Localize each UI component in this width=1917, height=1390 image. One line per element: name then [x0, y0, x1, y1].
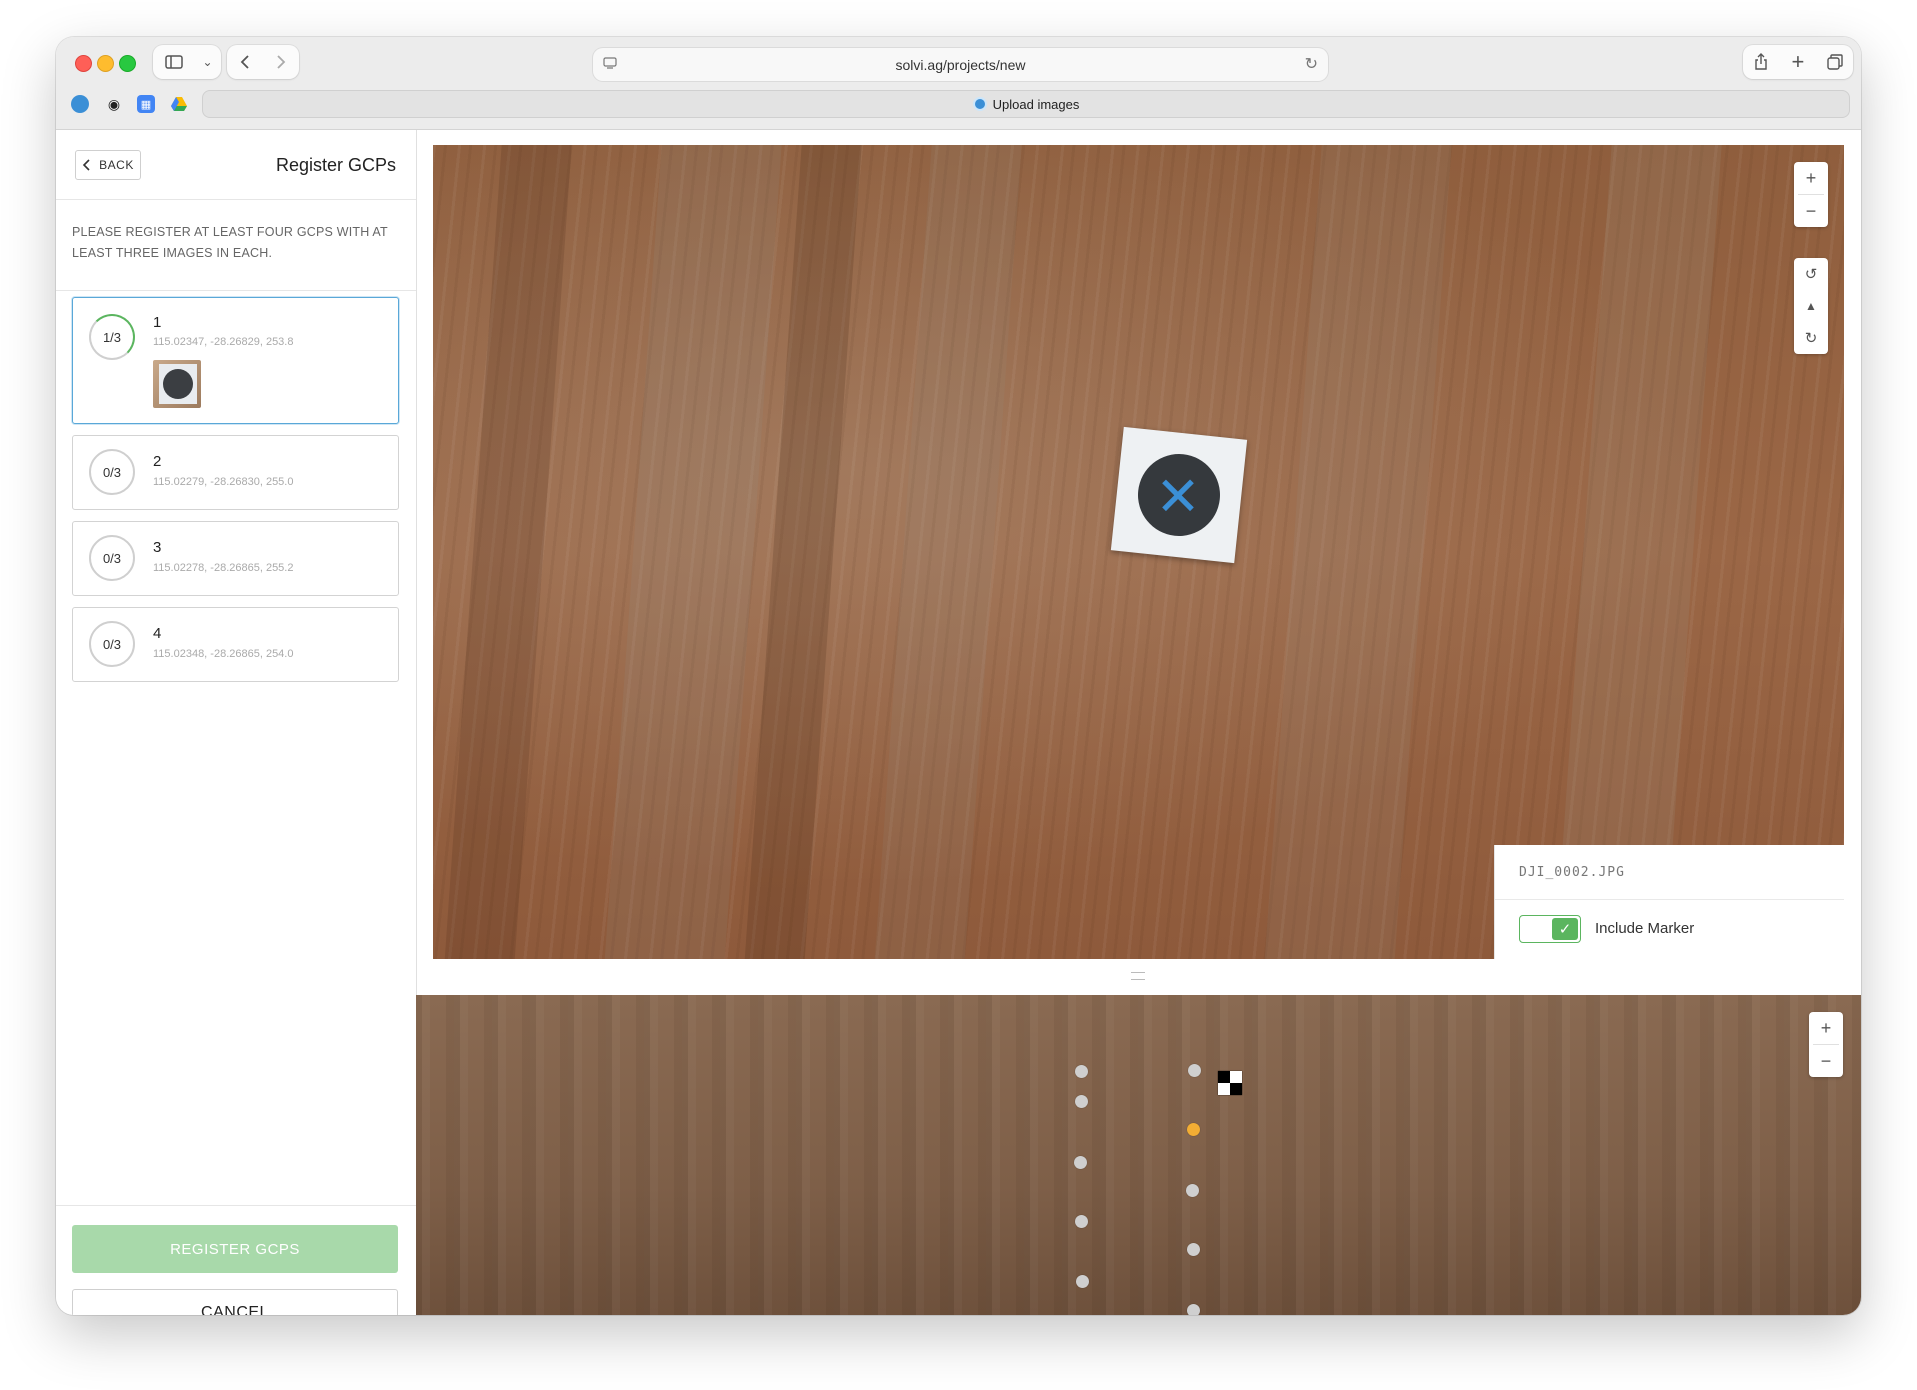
image-location-dot[interactable] [1187, 1243, 1200, 1256]
sidebar-toggle-group: ⌄ [153, 45, 221, 79]
cancel-button[interactable]: CANCEL [72, 1289, 398, 1315]
tab-upload-images[interactable]: Upload images [202, 90, 1850, 118]
gcp-progress: 0/3 [102, 464, 122, 480]
minimize-window-button[interactable] [97, 55, 114, 72]
favorite-github-icon[interactable]: ◉ [105, 95, 123, 113]
gcp-map-marker-icon[interactable] [1218, 1071, 1242, 1095]
instructions-divider [56, 290, 416, 291]
page-title: Register GCPs [275, 155, 396, 175]
back-label: BACK [99, 158, 134, 172]
back-arrow-icon[interactable] [229, 46, 261, 78]
image-location-dot[interactable] [1187, 1304, 1200, 1315]
new-tab-icon[interactable]: + [1782, 46, 1814, 78]
gcp-progress: 0/3 [102, 550, 122, 566]
zoom-window-button[interactable] [119, 55, 136, 72]
drone-image-viewer[interactable]: ✕ + − ↺ ▲ ↻ DJI_0002.JPG ✓ Include Marke… [433, 145, 1844, 959]
back-button[interactable]: BACK [75, 150, 141, 180]
gcp-progress-ring: 0/3 [89, 621, 135, 667]
gcp-coords: 115.02279, -28.26830, 255.0 [153, 476, 294, 488]
map-zoom-in-button[interactable]: + [1809, 1012, 1843, 1044]
gcp-progress: 0/3 [102, 636, 122, 652]
thumbnail-target-disc [163, 369, 193, 399]
stubble-band [872, 145, 1024, 959]
share-icon[interactable] [1745, 46, 1777, 78]
image-rotate-control: ↺ ▲ ↻ [1794, 258, 1828, 354]
favorite-solvi-icon[interactable] [71, 95, 89, 113]
sidebar-toggle-icon[interactable] [158, 46, 190, 78]
history-nav-group [227, 45, 299, 79]
gcp-sidebar: BACK Register GCPs PLEASE REGISTER AT LE… [56, 130, 417, 1315]
tab-overview-icon[interactable] [1819, 46, 1851, 78]
map-zoom-out-button[interactable]: − [1809, 1045, 1843, 1077]
tab-favicon-icon [972, 97, 987, 111]
gcp-progress: 1/3 [102, 329, 122, 345]
page-settings-icon[interactable] [603, 56, 617, 73]
rotate-left-icon[interactable]: ↺ [1794, 258, 1828, 290]
image-info-panel: DJI_0002.JPG ✓ Include Marker [1494, 845, 1844, 959]
stubble-band [1552, 145, 1724, 959]
gcp-progress-ring: 0/3 [89, 535, 135, 581]
browser-window: ⌄ solvi.ag/projects/new ↻ + ◉ ▦ Upload i… [56, 37, 1861, 1315]
gcp-card-1[interactable]: 1/3 1 115.02347, -28.26829, 253.8 [72, 297, 399, 424]
gcp-card-4[interactable]: 0/3 4 115.02348, -28.26865, 254.0 [72, 607, 399, 682]
image-location-dot[interactable] [1188, 1064, 1201, 1077]
gcp-coords: 115.02348, -28.26865, 254.0 [153, 648, 294, 660]
rotate-right-icon[interactable]: ↻ [1794, 322, 1828, 354]
info-divider [1495, 899, 1844, 900]
browser-actions-group: + [1743, 45, 1853, 79]
gcp-card-2[interactable]: 0/3 2 115.02279, -28.26830, 255.0 [72, 435, 399, 510]
gcp-progress-ring: 1/3 [89, 314, 135, 360]
zoom-out-button[interactable]: − [1794, 195, 1828, 227]
browser-toolbar: ⌄ solvi.ag/projects/new ↻ + ◉ ▦ Upload i… [56, 37, 1861, 130]
forward-arrow-icon[interactable] [265, 46, 297, 78]
image-location-dot[interactable] [1075, 1215, 1088, 1228]
image-location-dot[interactable] [1074, 1156, 1087, 1169]
gcp-card-3[interactable]: 0/3 3 115.02278, -28.26865, 255.2 [72, 521, 399, 596]
gcp-progress-ring: 0/3 [89, 449, 135, 495]
stubble-band [1262, 145, 1454, 959]
image-location-dot[interactable] [1075, 1065, 1088, 1078]
reload-icon[interactable]: ↻ [1305, 54, 1318, 74]
image-location-dot[interactable] [1186, 1184, 1199, 1197]
soil-furrow [442, 145, 574, 959]
image-filename: DJI_0002.JPG [1519, 865, 1625, 880]
chevron-left-icon [83, 159, 90, 171]
instructions-text: PLEASE REGISTER AT LEAST FOUR GCPS WITH … [72, 225, 388, 260]
close-window-button[interactable] [75, 55, 92, 72]
gcp-coords: 115.02347, -28.26829, 253.8 [153, 336, 294, 348]
address-url: solvi.ag/projects/new [895, 56, 1026, 73]
address-bar[interactable]: solvi.ag/projects/new ↻ [593, 48, 1328, 81]
gcp-name: 3 [153, 539, 162, 556]
active-image-location-dot[interactable] [1187, 1123, 1200, 1136]
gcp-name: 1 [153, 314, 162, 331]
favorite-drive-icon[interactable] [170, 95, 188, 113]
include-marker-label: Include Marker [1595, 920, 1695, 937]
register-gcps-button[interactable]: REGISTER GCPS [72, 1225, 398, 1273]
include-marker-toggle[interactable]: ✓ [1519, 915, 1581, 943]
zoom-in-button[interactable]: + [1794, 162, 1828, 194]
chevron-down-icon[interactable]: ⌄ [199, 46, 217, 78]
image-location-dot[interactable] [1076, 1275, 1089, 1288]
image-zoom-control: + − [1794, 162, 1828, 227]
footer-divider [56, 1205, 416, 1206]
favorite-calendar-icon[interactable]: ▦ [137, 95, 155, 113]
gcp-coords: 115.02278, -28.26865, 255.2 [153, 562, 294, 574]
north-arrow-icon[interactable]: ▲ [1794, 290, 1828, 322]
checkmark-icon: ✓ [1552, 918, 1578, 940]
gcp-name: 2 [153, 453, 162, 470]
placed-marker-x-icon[interactable]: ✕ [1154, 470, 1202, 524]
map-zoom-control: + − [1809, 1012, 1843, 1077]
map-view[interactable]: + − [416, 995, 1861, 1315]
image-location-dot[interactable] [1075, 1095, 1088, 1108]
gcp-name: 4 [153, 625, 162, 642]
header-divider [56, 199, 416, 200]
resize-handle[interactable] [1131, 972, 1145, 980]
tab-title: Upload images [992, 96, 1080, 112]
gcp-image-thumbnail[interactable] [153, 360, 201, 408]
